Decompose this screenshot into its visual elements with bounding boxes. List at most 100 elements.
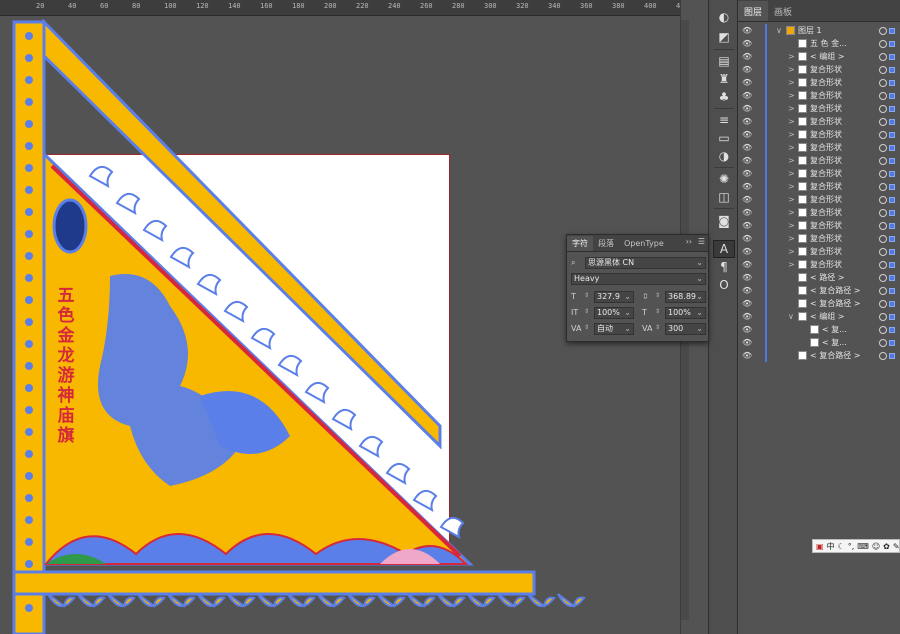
target-icon[interactable] [879,143,887,152]
stroke-icon[interactable]: ≡ [713,111,735,129]
layer-row[interactable]: 👁 五 色 金... [738,37,900,50]
eye-icon[interactable]: 👁 [742,299,752,308]
selection-indicator[interactable] [889,300,895,307]
selection-indicator[interactable] [889,248,895,255]
tab-layers[interactable]: 图层 [738,1,769,21]
moon-icon[interactable]: ☾ [838,542,845,551]
selection-indicator[interactable] [889,339,895,346]
punctuation-icon[interactable]: °, [848,542,855,551]
selection-indicator[interactable] [889,209,895,216]
layer-row[interactable]: 👁 > 复合形状 [738,141,900,154]
eye-icon[interactable]: 👁 [742,52,752,61]
layer-row[interactable]: 👁 > 复合形状 [738,102,900,115]
selection-indicator[interactable] [889,40,895,47]
font-family-select[interactable]: 思源黑体 CN ⌄ [585,257,706,269]
target-icon[interactable] [879,169,887,178]
eye-icon[interactable]: 👁 [742,182,752,191]
target-icon[interactable] [879,351,887,360]
layer-row[interactable]: 👁 < 复合路径 > [738,284,900,297]
eye-icon[interactable]: 👁 [742,156,752,165]
target-icon[interactable] [879,208,887,217]
layer-row[interactable]: 👁 > 复合形状 [738,206,900,219]
target-icon[interactable] [879,130,887,139]
layer-row[interactable]: 👁 > 复合形状 [738,219,900,232]
layer-row[interactable]: 👁 < 路径 > [738,271,900,284]
layer-row[interactable]: 👁 > < 编组 > [738,50,900,63]
chevron-icon[interactable]: ∨ [788,312,794,321]
layer-row[interactable]: 👁 > 复合形状 [738,245,900,258]
stepper-icon[interactable]: ⇕ [584,292,589,299]
target-icon[interactable] [879,26,887,35]
target-icon[interactable] [879,117,887,126]
chevron-icon[interactable]: > [788,156,795,165]
chevron-icon[interactable]: ∨ [776,26,782,35]
swatches-icon[interactable]: ◩ [713,28,735,46]
eye-icon[interactable]: 👁 [742,117,752,126]
selection-indicator[interactable] [889,53,895,60]
eye-icon[interactable]: 👁 [742,78,752,87]
target-icon[interactable] [879,65,887,74]
tab-paragraph[interactable]: 段落 [593,236,619,251]
tab-character[interactable]: 字符 [567,235,593,251]
eye-icon[interactable]: 👁 [742,91,752,100]
character-icon[interactable]: A [713,240,735,258]
ime-logo-icon[interactable]: ▣ [816,542,824,551]
target-icon[interactable] [879,312,887,321]
selection-indicator[interactable] [889,92,895,99]
target-icon[interactable] [879,273,887,282]
eye-icon[interactable]: 👁 [742,234,752,243]
layer-row[interactable]: 👁 > 复合形状 [738,154,900,167]
club-icon[interactable]: ♣ [713,88,735,106]
selection-indicator[interactable] [889,326,895,333]
font-size-input[interactable]: 327.9 ⌄ [594,291,634,303]
selection-indicator[interactable] [889,196,895,203]
eye-icon[interactable]: 👁 [742,143,752,152]
stepper-icon[interactable]: ⇕ [584,324,589,331]
eye-icon[interactable]: 👁 [742,221,752,230]
layer-row[interactable]: 👁 < 复... [738,323,900,336]
selection-indicator[interactable] [889,118,895,125]
layer-row[interactable]: 👁 > 复合形状 [738,89,900,102]
chevron-icon[interactable]: > [788,247,795,256]
eye-icon[interactable]: 👁 [742,247,752,256]
chevron-icon[interactable]: > [788,52,795,61]
stepper-icon[interactable]: ⇕ [584,308,589,315]
selection-indicator[interactable] [889,352,895,359]
eye-icon[interactable]: 👁 [742,260,752,269]
chevron-icon[interactable]: > [788,130,795,139]
chevron-icon[interactable]: > [788,260,795,269]
eye-icon[interactable]: 👁 [742,130,752,139]
eye-icon[interactable]: 👁 [742,312,752,321]
selection-indicator[interactable] [889,66,895,73]
layer-row[interactable]: 👁 ∨ < 编组 > [738,310,900,323]
target-icon[interactable] [879,299,887,308]
layer-row[interactable]: 👁 > 复合形状 [738,76,900,89]
color-icon[interactable]: ◐ [713,8,735,26]
keyboard-icon[interactable]: ⌨ [857,542,869,551]
leading-input[interactable]: 368.89 ⌄ [665,291,706,303]
layer-row[interactable]: 👁 < 复合路径 > [738,349,900,362]
selection-indicator[interactable] [889,235,895,242]
layer-row[interactable]: 👁 > 复合形状 [738,128,900,141]
selection-indicator[interactable] [889,287,895,294]
target-icon[interactable] [879,221,887,230]
selection-indicator[interactable] [889,79,895,86]
eye-icon[interactable]: 👁 [742,208,752,217]
layer-row[interactable]: 👁 > 复合形状 [738,258,900,271]
eye-icon[interactable]: 👁 [742,104,752,113]
selection-indicator[interactable] [889,261,895,268]
layer-row[interactable]: 👁 < 复合路径 > [738,297,900,310]
eye-icon[interactable]: 👁 [742,338,752,347]
layer-row[interactable]: 👁 > 复合形状 [738,232,900,245]
user-icon[interactable]: ☺ [872,542,880,551]
layer-row[interactable]: 👁 > 复合形状 [738,180,900,193]
gradient-icon[interactable]: ▭ [713,129,735,147]
eye-icon[interactable]: 👁 [742,273,752,282]
target-icon[interactable] [879,286,887,295]
target-icon[interactable] [879,39,887,48]
appearance-icon[interactable]: ✺ [713,170,735,188]
opentype-icon[interactable]: O [713,276,735,294]
eye-icon[interactable]: 👁 [742,195,752,204]
chevron-icon[interactable]: > [788,182,795,191]
chevron-icon[interactable]: > [788,117,795,126]
